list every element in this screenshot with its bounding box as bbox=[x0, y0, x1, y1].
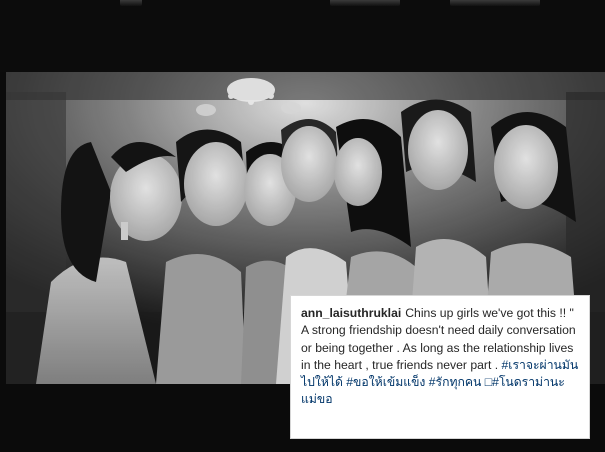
cropped-ui-fragment bbox=[330, 0, 400, 6]
screenshot-frame: ann_laisuthruklai Chins up girls we've go… bbox=[0, 0, 605, 452]
top-dark-band bbox=[0, 0, 605, 72]
cropped-ui-fragment bbox=[120, 0, 142, 6]
cropped-ui-fragment bbox=[450, 0, 540, 6]
caption-overlay: ann_laisuthruklai Chins up girls we've go… bbox=[290, 295, 590, 439]
caption-username[interactable]: ann_laisuthruklai bbox=[301, 306, 401, 320]
